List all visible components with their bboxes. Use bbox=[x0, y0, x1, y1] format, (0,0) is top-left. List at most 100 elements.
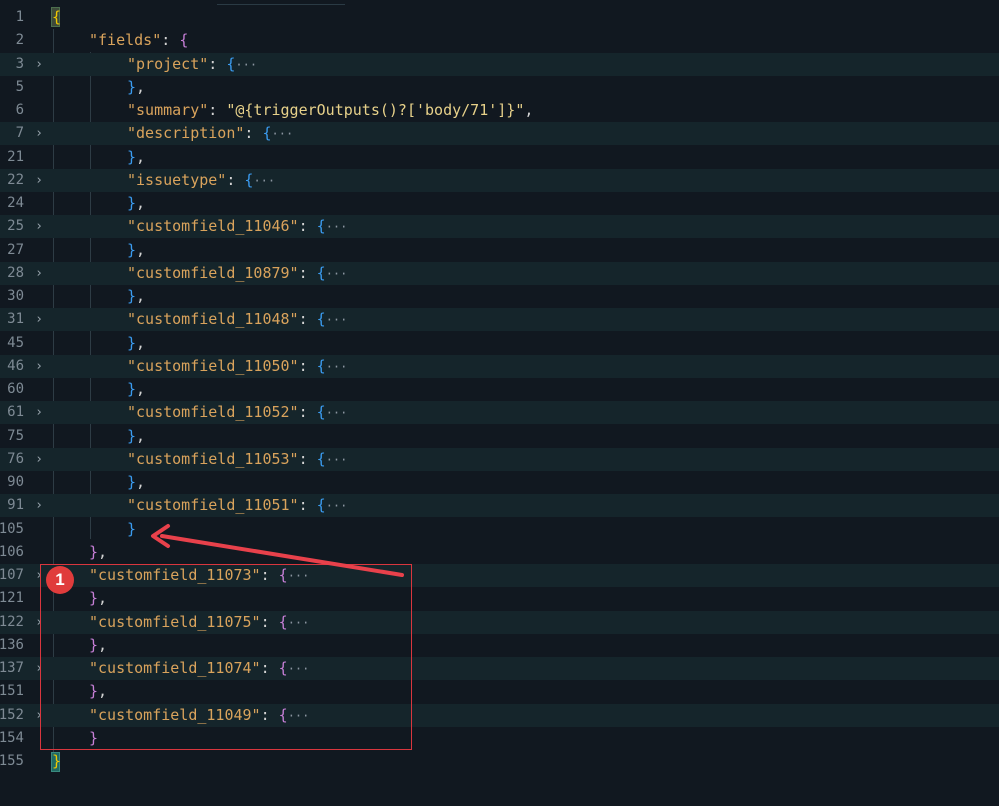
code-token: , bbox=[524, 101, 534, 119]
code-token: , bbox=[136, 240, 146, 259]
code-token: , bbox=[136, 380, 146, 398]
code-text: "issuetype": {··· bbox=[127, 169, 275, 193]
code-line[interactable]: 22 › "issuetype": {··· bbox=[0, 168, 999, 193]
code-token: : bbox=[298, 449, 317, 468]
code-token: , bbox=[136, 77, 146, 96]
chevron-right-icon[interactable]: › bbox=[33, 215, 45, 238]
line-number: 122 bbox=[0, 613, 24, 630]
line-number: 90 bbox=[7, 474, 24, 490]
code-text: }, bbox=[127, 285, 145, 308]
line-number: 155 bbox=[0, 753, 24, 769]
code-line[interactable]: 106}, bbox=[0, 541, 999, 564]
code-token: ··· bbox=[325, 499, 348, 514]
code-text: { bbox=[52, 6, 61, 29]
chevron-right-icon[interactable]: › bbox=[33, 401, 45, 424]
code-text: }, bbox=[127, 378, 145, 401]
code-text: }, bbox=[127, 425, 145, 448]
code-token: } bbox=[127, 473, 137, 491]
code-line[interactable]: 75}, bbox=[0, 425, 999, 448]
line-number: 6 bbox=[15, 102, 24, 118]
code-token: { bbox=[316, 217, 326, 236]
code-token: "issuetype" bbox=[127, 170, 227, 189]
line-number: 21 bbox=[7, 148, 24, 165]
chevron-right-icon[interactable]: › bbox=[33, 494, 45, 517]
code-line[interactable]: 5}, bbox=[0, 76, 999, 99]
code-line[interactable]: 21}, bbox=[0, 146, 999, 169]
code-text: }, bbox=[127, 239, 145, 262]
code-token: } bbox=[127, 147, 137, 166]
code-line[interactable]: 31 › "customfield_11048": {··· bbox=[0, 308, 999, 332]
code-token: "summary" bbox=[127, 101, 209, 119]
code-token: { bbox=[316, 496, 326, 515]
code-token: "customfield_11052" bbox=[127, 403, 299, 422]
line-number: 152 bbox=[0, 706, 24, 723]
code-token: , bbox=[136, 194, 146, 212]
code-token: ··· bbox=[325, 452, 348, 467]
code-line[interactable]: 61 › "customfield_11052": {··· bbox=[0, 401, 999, 425]
code-token: } bbox=[127, 426, 137, 445]
code-token: "@{triggerOutputs()?['body/71']}" bbox=[226, 101, 525, 119]
code-line[interactable]: 105} bbox=[0, 518, 999, 541]
code-line[interactable]: 45}, bbox=[0, 332, 999, 355]
code-text: } bbox=[127, 518, 136, 541]
code-token: , bbox=[136, 287, 146, 305]
code-line[interactable]: 30}, bbox=[0, 285, 999, 308]
line-number: 1 bbox=[15, 9, 24, 25]
code-token: ··· bbox=[325, 266, 348, 281]
code-token: { bbox=[316, 403, 326, 422]
code-token: } bbox=[127, 240, 137, 259]
code-text: }, bbox=[127, 146, 145, 169]
chevron-right-icon[interactable]: › bbox=[33, 169, 45, 192]
code-line[interactable]: 27}, bbox=[0, 239, 999, 262]
code-token: : bbox=[298, 217, 317, 236]
line-number: 2 bbox=[15, 32, 24, 49]
code-line[interactable]: 28 › "customfield_10879": {··· bbox=[0, 261, 999, 285]
code-text: }, bbox=[127, 332, 145, 355]
line-number: 60 bbox=[7, 381, 24, 397]
code-token: ··· bbox=[253, 173, 276, 188]
code-line[interactable]: 7 › "description": {··· bbox=[0, 122, 999, 146]
code-text: }, bbox=[89, 541, 107, 564]
code-token: { bbox=[52, 8, 62, 26]
code-line[interactable]: 24}, bbox=[0, 192, 999, 215]
line-number: 137 bbox=[0, 660, 24, 676]
code-line[interactable]: 25 › "customfield_11046": {··· bbox=[0, 215, 999, 239]
code-line[interactable]: 155} bbox=[0, 750, 999, 773]
code-token: : bbox=[298, 263, 317, 282]
code-token: "project" bbox=[127, 54, 209, 73]
code-text: } bbox=[52, 750, 61, 773]
code-token: : bbox=[298, 403, 317, 422]
code-line[interactable]: 90}, bbox=[0, 471, 999, 494]
code-line[interactable]: 3 › "project": {··· bbox=[0, 52, 999, 76]
code-token: "fields" bbox=[89, 31, 162, 50]
line-number: 75 bbox=[7, 427, 24, 444]
code-text: "customfield_11050": {··· bbox=[127, 355, 347, 379]
code-token: ··· bbox=[271, 127, 294, 142]
code-line[interactable]: 6 "summary": "@{triggerOutputs()?['body/7… bbox=[0, 99, 999, 122]
annotation-badge: 1 bbox=[46, 566, 74, 594]
code-text: "summary": "@{triggerOutputs()?['body/71… bbox=[127, 99, 533, 122]
code-line[interactable]: 46 › "customfield_11050": {··· bbox=[0, 354, 999, 379]
chevron-right-icon[interactable]: › bbox=[33, 262, 45, 285]
code-token: } bbox=[52, 752, 62, 770]
code-line[interactable]: 2 "fields": { bbox=[0, 29, 999, 52]
code-line[interactable]: 91 › "customfield_11051": {··· bbox=[0, 494, 999, 518]
chevron-right-icon[interactable]: › bbox=[33, 448, 45, 471]
code-editor[interactable]: 1{2 "fields": {3 › "project": {··· 5}, 6 "summ… bbox=[0, 0, 999, 806]
code-line[interactable]: 60}, bbox=[0, 378, 999, 401]
chevron-right-icon[interactable]: › bbox=[33, 122, 45, 145]
code-token: : bbox=[298, 496, 317, 515]
code-token: : bbox=[161, 31, 180, 50]
line-number: 24 bbox=[7, 195, 24, 211]
code-line[interactable]: 1{ bbox=[0, 6, 999, 29]
code-token: : bbox=[208, 54, 227, 73]
code-text: }, bbox=[127, 471, 145, 494]
code-line[interactable]: 76 › "customfield_11053": {··· bbox=[0, 447, 999, 471]
line-number: 22 bbox=[7, 171, 24, 188]
line-number: 46 bbox=[7, 357, 24, 374]
chevron-right-icon[interactable]: › bbox=[33, 308, 45, 331]
chevron-right-icon[interactable]: › bbox=[33, 53, 45, 76]
code-token: : bbox=[298, 310, 317, 329]
line-number: 121 bbox=[0, 590, 24, 607]
chevron-right-icon[interactable]: › bbox=[33, 355, 45, 378]
